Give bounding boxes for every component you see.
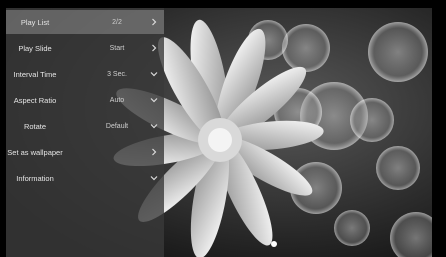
chevron-right-icon — [149, 43, 159, 53]
options-menu: Play List 2/2 Play Slide Start Interval … — [6, 8, 164, 257]
menu-item-play-slide[interactable]: Play Slide Start — [6, 36, 164, 60]
menu-item-interval-time[interactable]: Interval Time 3 Sec. — [6, 62, 164, 86]
menu-item-value: Start — [109, 44, 125, 52]
right-edge-bar — [432, 0, 446, 257]
menu-item-set-as-wallpaper[interactable]: Set as wallpaper — [6, 140, 164, 164]
menu-item-play-list[interactable]: Play List 2/2 — [6, 10, 164, 34]
photo-viewer: Play List 2/2 Play Slide Start Interval … — [6, 8, 432, 257]
chevron-right-icon — [149, 147, 159, 157]
chevron-down-icon — [149, 173, 159, 183]
chevron-right-icon — [149, 17, 159, 27]
menu-item-label: Aspect Ratio — [13, 95, 57, 105]
menu-item-value: Auto — [109, 96, 125, 104]
menu-item-rotate[interactable]: Rotate Default — [6, 114, 164, 138]
menu-item-label: Interval Time — [13, 69, 57, 79]
menu-item-information[interactable]: Information — [6, 166, 164, 190]
menu-item-label: Play Slide — [18, 43, 52, 53]
menu-item-label: Set as wallpaper — [7, 147, 63, 157]
menu-item-value: 2/2 — [112, 18, 122, 26]
chevron-down-icon — [149, 121, 159, 131]
chevron-down-icon — [149, 95, 159, 105]
chevron-down-icon — [149, 69, 159, 79]
menu-item-value: 3 Sec. — [107, 70, 127, 78]
menu-item-label: Play List — [20, 17, 50, 27]
menu-item-label: Information — [16, 173, 54, 183]
menu-item-value: Default — [105, 122, 129, 130]
menu-item-label: Rotate — [23, 121, 47, 131]
menu-item-aspect-ratio[interactable]: Aspect Ratio Auto — [6, 88, 164, 112]
